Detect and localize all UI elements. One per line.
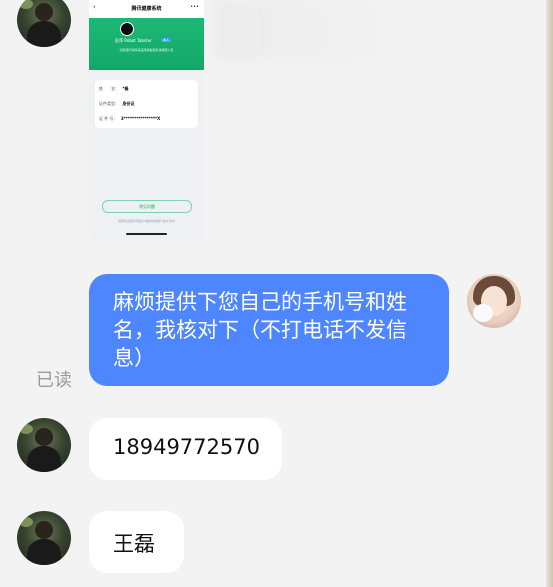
window-edge	[546, 0, 553, 587]
avatar-figure-body	[27, 446, 61, 472]
incoming-message-bubble[interactable]: 18949772570	[89, 418, 282, 480]
avatar-figure-head	[35, 3, 53, 21]
contact-avatar[interactable]	[17, 0, 71, 47]
shot-topbar: ‹ 腾讯健康系统 •••	[89, 0, 204, 18]
shot-footer: 健康码由国务院客户端提供数据与技术支持	[117, 219, 175, 223]
avatar-figure-body	[27, 21, 61, 47]
shared-image-message[interactable]: ‹ 腾讯健康系统 ••• 彭萍 Robot Tabster 本人 如有疑问请联系…	[89, 0, 204, 241]
shot-hero: 彭萍 Robot Tabster 本人 如有疑问请联系医院或健康系统客服人员	[89, 18, 204, 70]
field-label: 姓 名:	[99, 86, 117, 91]
shot-home-indicator	[126, 233, 167, 235]
field-value: *磊	[122, 86, 129, 91]
read-receipt: 已读	[36, 370, 72, 391]
shot-info-card: 姓 名: *磊 证件类型: 身份证 证 件 号: 3****************X	[95, 80, 198, 128]
shot-user-name: 彭萍 Robot Tabster	[115, 38, 152, 43]
shot-field-row: 证件类型: 身份证	[99, 101, 134, 107]
shot-subtitle: 如有疑问请联系医院或健康系统客服人员	[119, 48, 174, 52]
message-text: 麻烦提供下您自己的手机号和姓名，我核对下（不打电话不发信息）	[113, 290, 407, 370]
field-value: 3****************X	[120, 116, 161, 121]
shot-avatar	[120, 22, 134, 36]
message-text: 王磊	[113, 532, 155, 556]
avatar-foliage	[19, 0, 33, 9]
avatar-figure-body	[27, 539, 61, 565]
avatar-foliage	[19, 424, 33, 434]
blurred-area	[215, 0, 415, 60]
field-label: 证 件 号:	[99, 116, 115, 121]
shot-field-row: 证 件 号: 3****************X	[99, 116, 160, 122]
message-text: 18949772570	[113, 435, 260, 459]
contact-avatar[interactable]	[17, 418, 71, 472]
shot-field-row: 姓 名: *磊	[99, 86, 128, 92]
outgoing-message-bubble[interactable]: 麻烦提供下您自己的手机号和姓名，我核对下（不打电话不发信息）	[89, 274, 449, 386]
contact-avatar[interactable]	[17, 511, 71, 565]
incoming-message-bubble[interactable]: 王磊	[89, 511, 184, 573]
shot-user-tag: 本人	[161, 38, 172, 42]
field-value: 身份证	[122, 101, 135, 106]
avatar-figure-head	[35, 521, 53, 539]
more-icon: •••	[190, 4, 199, 10]
avatar-foliage	[19, 517, 33, 527]
avatar-figure-head	[35, 428, 53, 446]
field-label: 证件类型:	[99, 101, 117, 106]
shot-title: 腾讯健康系统	[131, 6, 162, 12]
avatar-cat	[473, 304, 493, 322]
shot-faq-button: 常见问题	[102, 200, 192, 213]
my-avatar[interactable]	[467, 274, 521, 328]
